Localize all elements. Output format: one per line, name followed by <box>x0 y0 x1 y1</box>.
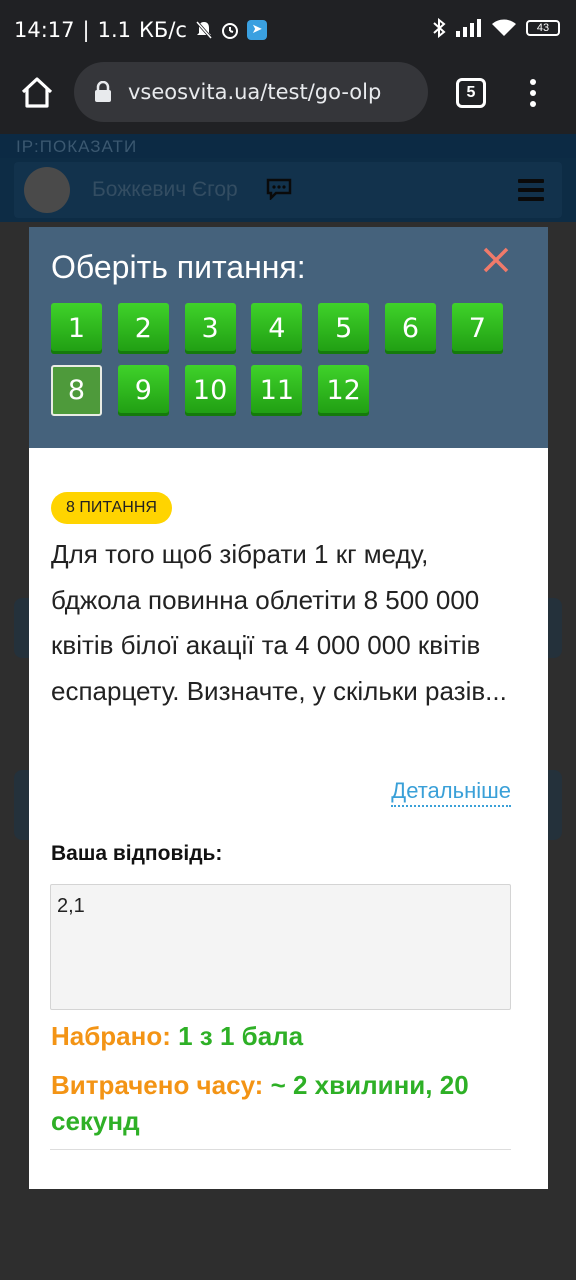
question-button[interactable]: 12 <box>318 365 370 416</box>
question-text: Для того щоб зібрати 1 кг меду, бджола п… <box>51 539 507 706</box>
question-button[interactable]: 9 <box>117 365 169 416</box>
ip-bar: IP:ПОКАЗАТИ <box>0 134 576 158</box>
question-number-badge: 8 ПИТАННЯ <box>51 492 172 524</box>
details-link[interactable]: Детальніше <box>391 777 511 807</box>
home-icon[interactable] <box>20 76 54 110</box>
user-header: Божкевич Єгор <box>0 158 576 222</box>
question-modal: Оберіть питання: 1 2 3 4 5 6 7 8 9 10 11 12 8 ПИТАН… <box>29 227 548 1189</box>
question-button[interactable]: 10 <box>184 365 236 416</box>
status-speed-unit: КБ/с <box>139 18 187 42</box>
wifi-icon <box>492 19 516 36</box>
status-speed: 1.1 <box>97 18 132 42</box>
status-right: 43 <box>432 18 560 38</box>
status-bar: 14:17 | 1.1 КБ/с ➤ 43 <box>0 0 576 62</box>
time-label: Витрачено часу: <box>51 1070 264 1100</box>
score-line: Набрано: 1 з 1 бала <box>51 1021 303 1052</box>
answer-value: 2,1 <box>57 895 85 917</box>
hamburger-menu-icon[interactable] <box>518 179 544 201</box>
lock-icon <box>95 81 111 102</box>
browser-menu-icon[interactable] <box>526 76 540 110</box>
avatar <box>24 167 70 213</box>
question-button[interactable]: 11 <box>251 365 303 416</box>
score-label: Набрано: <box>51 1021 171 1051</box>
battery-icon: 43 <box>526 20 560 36</box>
address-bar[interactable]: vseosvita.ua/test/go-olp <box>74 62 428 122</box>
question-button[interactable]: 5 <box>318 303 370 354</box>
status-left: 14:17 | 1.1 КБ/с ➤ <box>14 18 267 42</box>
user-name[interactable]: Божкевич Єгор <box>92 178 238 202</box>
answer-label: Ваша відповідь: <box>51 842 223 865</box>
divider <box>50 1149 511 1150</box>
question-button[interactable]: 3 <box>184 303 236 354</box>
ip-label[interactable]: IP:ПОКАЗАТИ <box>16 137 137 157</box>
status-time: 14:17 <box>14 18 75 42</box>
alarm-icon <box>221 23 238 39</box>
tab-switcher-button[interactable]: 5 <box>456 78 486 108</box>
question-button[interactable]: 8 <box>51 365 102 416</box>
close-icon[interactable] <box>481 245 511 275</box>
chat-icon[interactable] <box>266 178 292 200</box>
user-panel: Божкевич Єгор <box>14 162 562 218</box>
time-line: Витрачено часу: ~ 2 хвилини, 20 секунд <box>51 1067 521 1139</box>
score-value: 1 з 1 бала <box>178 1021 304 1051</box>
modal-title: Оберіть питання: <box>51 249 306 285</box>
question-button[interactable]: 2 <box>117 303 169 354</box>
signal-icon <box>456 19 481 37</box>
muted-bell-icon <box>195 21 213 39</box>
question-button[interactable]: 4 <box>251 303 303 354</box>
browser-toolbar: vseosvita.ua/test/go-olp 5 <box>0 62 576 134</box>
question-button[interactable]: 7 <box>451 303 503 354</box>
status-separator: | <box>82 18 90 42</box>
answer-field: 2,1 <box>50 884 511 1010</box>
bluetooth-icon <box>433 18 446 38</box>
telegram-icon: ➤ <box>246 20 267 40</box>
question-button[interactable]: 1 <box>51 303 102 354</box>
question-button[interactable]: 6 <box>385 303 436 354</box>
url-text: vseosvita.ua/test/go-olp <box>128 80 382 104</box>
modal-header: Оберіть питання: 1 2 3 4 5 6 7 8 9 10 11 12 <box>29 227 548 448</box>
